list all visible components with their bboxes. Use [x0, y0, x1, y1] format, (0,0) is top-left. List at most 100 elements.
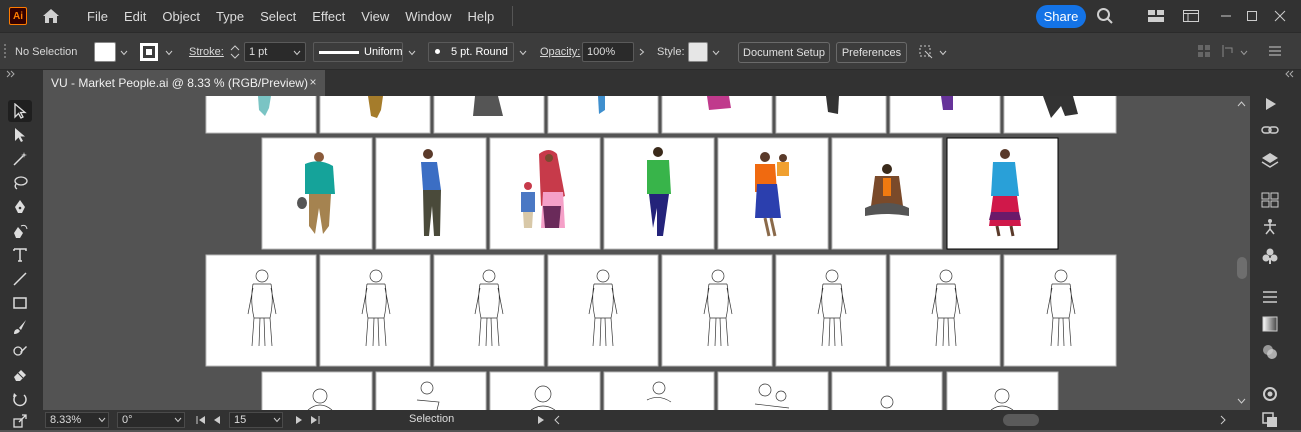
chevron-down-icon[interactable]: [519, 49, 527, 57]
artboard[interactable]: [205, 254, 317, 367]
next-artboard-icon[interactable]: [293, 414, 305, 426]
chevron-down-icon[interactable]: [174, 416, 182, 424]
artboard[interactable]: [717, 371, 829, 410]
scale-tool[interactable]: [8, 410, 32, 432]
appearance-icon[interactable]: [1260, 384, 1280, 404]
gradient-icon[interactable]: [1260, 314, 1280, 334]
first-artboard-icon[interactable]: [195, 414, 207, 426]
graphic-style-swatch[interactable]: [688, 42, 708, 62]
chevron-down-icon[interactable]: [273, 416, 281, 424]
stroke-swatch-icon[interactable]: [139, 42, 159, 62]
eraser-tool[interactable]: [8, 364, 32, 386]
artboard[interactable]: [261, 371, 373, 410]
artboard[interactable]: [831, 371, 943, 410]
curvature-tool[interactable]: [8, 220, 32, 242]
scroll-left-icon[interactable]: [551, 414, 563, 426]
status-menu-icon[interactable]: [535, 414, 547, 426]
artboard[interactable]: [889, 254, 1001, 367]
rotate-tool[interactable]: [8, 388, 32, 410]
menu-help[interactable]: Help: [459, 9, 502, 24]
chevron-down-icon[interactable]: [120, 49, 128, 57]
document-tab[interactable]: VU - Market People.ai @ 8.33 % (RGB/Prev…: [43, 70, 325, 96]
document-setup-button[interactable]: Document Setup: [738, 42, 830, 63]
artboard[interactable]: [489, 371, 601, 410]
preferences-button[interactable]: Preferences: [836, 42, 907, 63]
search-icon[interactable]: [1096, 7, 1114, 25]
scroll-thumb[interactable]: [1237, 257, 1247, 279]
minimize-icon[interactable]: [1218, 8, 1234, 24]
artboard-grid[interactable]: [43, 96, 1233, 410]
artboards-icon[interactable]: [1260, 190, 1280, 210]
rectangle-tool[interactable]: [8, 292, 32, 314]
variable-width-profile[interactable]: Uniform: [313, 42, 403, 62]
stepper-icon[interactable]: [229, 43, 241, 61]
link-icon[interactable]: [1260, 120, 1280, 140]
chevron-down-icon[interactable]: [165, 49, 173, 57]
collapse-panel-icon[interactable]: [6, 70, 16, 78]
home-icon[interactable]: [41, 6, 61, 26]
puppet-icon[interactable]: [1260, 216, 1280, 236]
chevron-down-icon[interactable]: [98, 416, 106, 424]
horizontal-scroll-thumb[interactable]: [1003, 414, 1039, 426]
menu-edit[interactable]: Edit: [116, 9, 154, 24]
arrange-documents-icon[interactable]: [1147, 7, 1165, 25]
layers-icon[interactable]: [1260, 150, 1280, 170]
stroke-label[interactable]: Stroke:: [189, 46, 224, 58]
chevron-right-icon[interactable]: [638, 48, 646, 56]
fill-swatch[interactable]: [94, 42, 116, 62]
scroll-up-icon[interactable]: [1237, 100, 1246, 109]
scroll-down-icon[interactable]: [1237, 396, 1246, 405]
scroll-right-icon[interactable]: [1217, 414, 1229, 426]
canvas[interactable]: [43, 96, 1233, 410]
artboard[interactable]: [1003, 254, 1117, 367]
shaper-tool[interactable]: [8, 340, 32, 362]
symbols-icon[interactable]: [1260, 246, 1280, 266]
menu-view[interactable]: View: [353, 9, 397, 24]
magic-wand-tool[interactable]: [8, 148, 32, 170]
artboard[interactable]: [946, 371, 1059, 410]
transparency-icon[interactable]: [1260, 342, 1280, 362]
menu-select[interactable]: Select: [252, 9, 304, 24]
opacity-label[interactable]: Opacity:: [540, 46, 580, 58]
menu-type[interactable]: Type: [208, 9, 252, 24]
chevron-down-icon[interactable]: [1240, 49, 1248, 57]
chevron-down-icon[interactable]: [712, 49, 720, 57]
paintbrush-tool[interactable]: [8, 316, 32, 338]
share-button[interactable]: Share: [1036, 5, 1086, 28]
menu-file[interactable]: File: [79, 9, 116, 24]
vertical-scrollbar[interactable]: [1233, 96, 1250, 410]
opacity-field[interactable]: 100%: [582, 42, 634, 62]
collapse-dock-icon[interactable]: [1284, 70, 1294, 78]
panel-menu-icon[interactable]: [1268, 44, 1282, 58]
brush-definition[interactable]: 5 pt. Round: [428, 42, 514, 62]
artboard[interactable]: [319, 254, 431, 367]
artboard[interactable]: [603, 371, 715, 410]
play-icon[interactable]: [1260, 94, 1280, 114]
selection-tool[interactable]: [8, 100, 32, 122]
artboard[interactable]: [433, 254, 545, 367]
close-tab-icon[interactable]: ×: [307, 76, 319, 88]
arrange-icon[interactable]: [917, 43, 935, 61]
workspace-icon[interactable]: [1182, 7, 1200, 25]
menu-effect[interactable]: Effect: [304, 9, 353, 24]
previous-artboard-icon[interactable]: [211, 414, 223, 426]
graphic-styles-icon[interactable]: [1260, 410, 1280, 430]
chevron-down-icon[interactable]: [293, 49, 301, 57]
chevron-down-icon[interactable]: [408, 49, 416, 57]
type-tool[interactable]: [8, 244, 32, 266]
chevron-down-icon[interactable]: [939, 49, 947, 57]
align-icon[interactable]: [1260, 287, 1280, 307]
artboard[interactable]: [661, 254, 773, 367]
lasso-tool[interactable]: [8, 172, 32, 194]
transform-icon[interactable]: [1221, 44, 1235, 58]
align-grid-icon[interactable]: [1197, 44, 1211, 58]
pen-tool[interactable]: [8, 196, 32, 218]
artboard[interactable]: [775, 254, 887, 367]
artboard[interactable]: [547, 254, 659, 367]
maximize-icon[interactable]: [1244, 8, 1260, 24]
menu-object[interactable]: Object: [154, 9, 208, 24]
grip-icon[interactable]: [3, 42, 7, 62]
close-window-icon[interactable]: [1272, 8, 1288, 24]
menu-window[interactable]: Window: [397, 9, 459, 24]
line-tool[interactable]: [8, 268, 32, 290]
